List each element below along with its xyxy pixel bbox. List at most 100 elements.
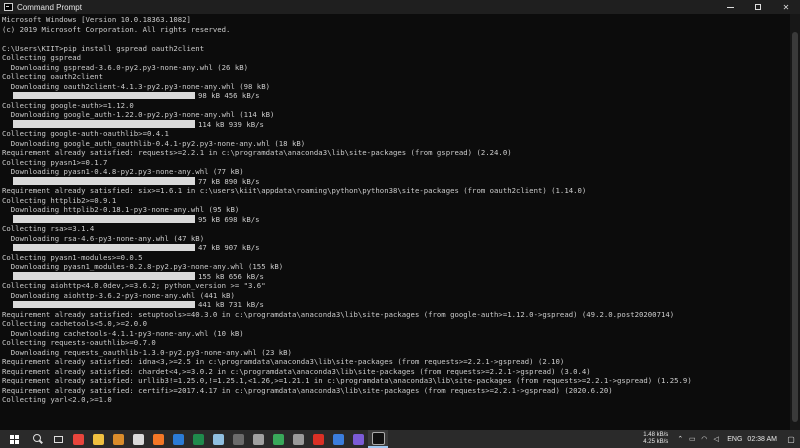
volume-icon[interactable]: ◁ — [710, 435, 722, 443]
maximize-button[interactable] — [744, 0, 772, 14]
console-text: 441 kB 731 kB/s — [198, 300, 264, 309]
clock[interactable]: 02:38 AM — [747, 436, 777, 443]
search-button[interactable] — [28, 430, 48, 448]
red-icon — [312, 433, 324, 445]
command-prompt-app[interactable] — [368, 430, 388, 448]
console-line: Downloading pyasn1_modules-0.2.8-py2.py3… — [2, 262, 788, 272]
console-line: Collecting pyasn1>=0.1.7 — [2, 158, 788, 168]
notepad-icon — [212, 433, 224, 445]
console-line: Collecting google-auth>=1.12.0 — [2, 101, 788, 111]
console-text: Collecting google-auth>=1.12.0 — [2, 100, 134, 110]
chrome-icon — [72, 433, 84, 445]
notification-icon[interactable]: ▢ — [782, 435, 800, 444]
files-icon — [112, 433, 124, 445]
progress-line: 98 kB 456 kB/s — [2, 91, 788, 101]
system-tray: 1.48 kB/s 4.25 kB/s ⌃ ▭ ◠ ◁ ENG 02:38 AM… — [643, 430, 800, 448]
jupyter-app[interactable] — [148, 430, 168, 448]
console-line: Downloading google_auth-1.22.0-py2.py3-n… — [2, 110, 788, 120]
console-text: Requirement already satisfied: idna<3,>=… — [2, 357, 565, 366]
console-text: Collecting oauth2client — [2, 72, 104, 81]
console-line: Downloading oauth2client-4.1.3-py2.py3-n… — [2, 82, 788, 92]
console-text: Requirement already satisfied: setuptool… — [2, 309, 675, 319]
progress-line: 47 kB 907 kB/s — [2, 243, 788, 253]
wifi-icon[interactable]: ◠ — [698, 435, 710, 443]
rocket-app[interactable] — [248, 430, 268, 448]
console-line: Requirement already satisfied: six>=1.6.… — [2, 186, 788, 196]
blue-app[interactable] — [328, 430, 348, 448]
task-view-button[interactable] — [48, 430, 68, 448]
close-button[interactable]: ✕ — [772, 0, 800, 14]
console-text: Microsoft Windows [Version 10.0.18363.10… — [2, 15, 191, 24]
console-text: Downloading cachetools-4.1.1-py3-none-an… — [2, 328, 244, 338]
console-text: 77 kB 890 kB/s — [198, 176, 260, 186]
console-text: Collecting rsa>=3.1.4 — [2, 224, 95, 233]
console-text: Collecting requests-oauthlib>=0.7.0 — [2, 338, 156, 347]
files-app[interactable] — [108, 430, 128, 448]
console-line: Collecting httplib2>=0.9.1 — [2, 196, 788, 206]
command-prompt-window: Command Prompt ✕ Microsoft Windows [Vers… — [0, 0, 800, 430]
console-text: Downloading pyasn1-0.4.8-py2.py3-none-an… — [2, 167, 244, 176]
console-line: Downloading gspread-3.6.0-py2.py3-none-a… — [2, 63, 788, 73]
taskbar: 1.48 kB/s 4.25 kB/s ⌃ ▭ ◠ ◁ ENG 02:38 AM… — [0, 430, 800, 448]
progress-bar — [13, 243, 195, 251]
console-text: Requirement already satisfied: chardet<4… — [2, 366, 591, 376]
title-bar[interactable]: Command Prompt ✕ — [0, 0, 800, 14]
console-text: Downloading gspread-3.6.0-py2.py3-none-a… — [2, 62, 249, 72]
console-output[interactable]: Microsoft Windows [Version 10.0.18363.10… — [2, 15, 788, 428]
download-speed: 4.25 kB/s — [643, 439, 669, 445]
minimize-button[interactable] — [716, 0, 744, 14]
language-indicator[interactable]: ENG — [727, 436, 742, 443]
pinned-apps — [68, 430, 388, 448]
maximize-icon — [755, 4, 761, 10]
console-line: Collecting pyasn1-modules>=0.0.5 — [2, 253, 788, 263]
console-line: Downloading google_auth_oauthlib-0.4.1-p… — [2, 139, 788, 149]
green-app[interactable] — [268, 430, 288, 448]
network-icon[interactable]: ▭ — [686, 435, 698, 443]
progress-line: 441 kB 731 kB/s — [2, 300, 788, 310]
console-line: Collecting google-auth-oauthlib>=0.4.1 — [2, 129, 788, 139]
console-line: (c) 2019 Microsoft Corporation. All righ… — [2, 25, 788, 35]
console-text: Collecting httplib2>=0.9.1 — [2, 195, 117, 205]
notepad-app[interactable] — [208, 430, 228, 448]
vertical-scrollbar[interactable] — [790, 14, 800, 430]
chevron-up-icon[interactable]: ⌃ — [674, 435, 686, 443]
console-line: Collecting rsa>=3.1.4 — [2, 224, 788, 234]
progress-bar — [13, 272, 195, 280]
console-text: Downloading oauth2client-4.1.3-py2.py3-n… — [2, 81, 270, 91]
progress-line: 77 kB 890 kB/s — [2, 177, 788, 187]
console-text: Collecting yarl<2.0,>=1.0 — [2, 395, 112, 404]
progress-line: 155 kB 656 kB/s — [2, 272, 788, 282]
media-app[interactable] — [348, 430, 368, 448]
upload-speed: 1.48 kB/s — [643, 432, 669, 438]
excel-app[interactable] — [188, 430, 208, 448]
vscode-app[interactable] — [168, 430, 188, 448]
progress-bar — [13, 91, 195, 99]
console-line: Microsoft Windows [Version 10.0.18363.10… — [2, 15, 788, 25]
console-text: C:\Users\KIIT>pip install gspread oauth2… — [2, 43, 205, 53]
console-line: Downloading pyasn1-0.4.8-py2.py3-none-an… — [2, 167, 788, 177]
chrome-app[interactable] — [68, 430, 88, 448]
green-icon — [272, 433, 284, 445]
command-prompt-icon — [371, 431, 385, 445]
console-text: 98 kB 456 kB/s — [198, 91, 260, 100]
progress-line: 95 kB 698 kB/s — [2, 215, 788, 225]
console-icon — [4, 3, 13, 11]
start-button[interactable] — [0, 430, 28, 448]
file-explorer-app[interactable] — [88, 430, 108, 448]
store-app[interactable] — [128, 430, 148, 448]
console-text: Collecting aiohttp<4.0.0dev,>=3.6.2; pyt… — [2, 281, 266, 290]
minimize-icon — [726, 6, 734, 8]
photos-app[interactable] — [228, 430, 248, 448]
console-text: Downloading aiohttp-3.6.2-py3-none-any.w… — [2, 290, 235, 300]
console-line: Requirement already satisfied: requests>… — [2, 148, 788, 158]
console-line: Requirement already satisfied: certifi>=… — [2, 386, 788, 396]
console-text: Downloading requests_oauthlib-1.3.0-py2.… — [2, 347, 292, 357]
red-app[interactable] — [308, 430, 328, 448]
task-view-icon — [53, 435, 63, 443]
console-text: Collecting pyasn1-modules>=0.0.5 — [2, 252, 143, 262]
progress-line: 114 kB 939 kB/s — [2, 120, 788, 130]
console-line: Downloading httplib2-0.18.1-py3-none-any… — [2, 205, 788, 215]
settings-app[interactable] — [288, 430, 308, 448]
window-title: Command Prompt — [17, 2, 82, 12]
scrollbar-thumb[interactable] — [792, 32, 798, 422]
